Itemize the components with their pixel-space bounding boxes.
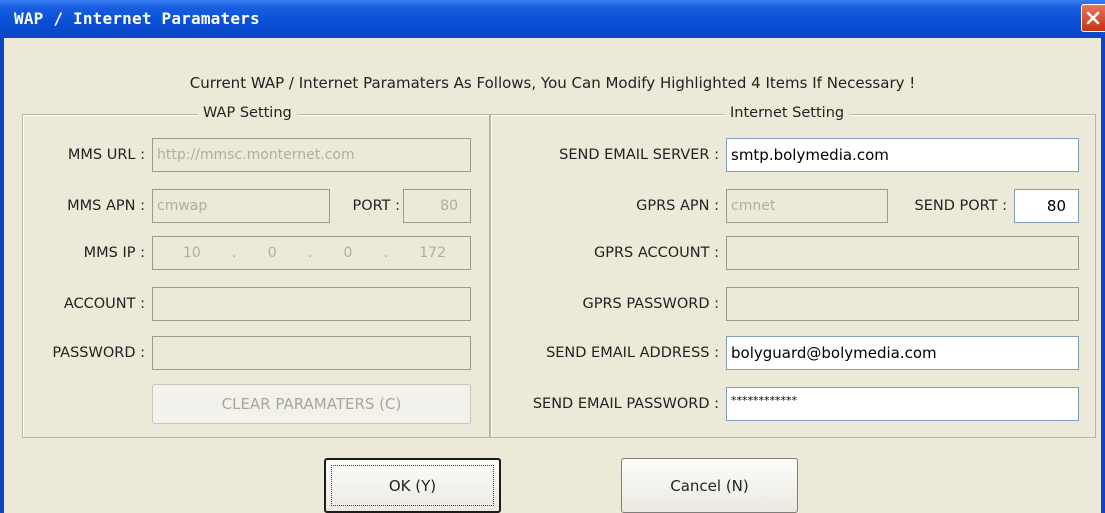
ip-octet-1: 10 [183, 245, 201, 261]
account-field [152, 287, 471, 321]
gprs-password-label: GPRS PASSWORD : [582, 296, 720, 312]
ip-dot: . [232, 245, 237, 261]
cancel-button[interactable]: Cancel (N) [621, 458, 798, 513]
window-frame-left [0, 38, 4, 513]
send-email-server-input[interactable]: smtp.bolymedia.com [726, 138, 1079, 172]
ip-dot: . [307, 245, 313, 261]
send-email-address-label: SEND EMAIL ADDRESS : [546, 345, 719, 361]
send-email-address-input[interactable]: bolyguard@bolymedia.com [726, 336, 1079, 370]
gprs-apn-label: GPRS APN : [636, 198, 719, 214]
send-email-password-label: SEND EMAIL PASSWORD : [532, 396, 719, 412]
ip-dot: . [383, 245, 389, 261]
window-frame-right [1101, 38, 1105, 513]
account-label: ACCOUNT : [63, 296, 145, 312]
internet-setting-legend: Internet Setting [725, 105, 850, 121]
ip-octet-3: 0 [343, 245, 353, 261]
send-email-password-input[interactable]: ************ [726, 387, 1079, 421]
ip-octet-2: 0 [267, 245, 277, 261]
port-label: PORT : [352, 198, 400, 214]
mms-ip-field: 10 . 0 . 0 . 172 [152, 236, 471, 270]
gprs-apn-field: cmnet [726, 189, 888, 223]
close-button[interactable] [1081, 4, 1105, 32]
gprs-account-field [726, 236, 1079, 270]
ok-button-label: OK (Y) [388, 476, 437, 495]
port-field: 80 [403, 189, 471, 223]
header-instructions: Current WAP / Internet Paramaters As Fol… [189, 74, 916, 92]
gprs-password-field [726, 287, 1079, 321]
mms-url-label: MMS URL : [67, 147, 145, 163]
password-field [152, 336, 471, 370]
clear-paramaters-label: CLEAR PARAMATERS (C) [221, 395, 402, 413]
send-port-input[interactable]: 80 [1014, 189, 1079, 223]
window-title: WAP / Internet Paramaters [14, 9, 260, 28]
ok-button[interactable]: OK (Y) [324, 458, 501, 513]
mms-apn-label: MMS APN : [67, 198, 145, 214]
send-email-server-label: SEND EMAIL SERVER : [559, 147, 719, 163]
mms-apn-field: cmwap [152, 189, 330, 223]
close-icon [1086, 11, 1100, 25]
password-label: PASSWORD : [52, 345, 145, 361]
wap-setting-legend: WAP Setting [198, 105, 297, 121]
mms-url-field: http://mmsc.monternet.com [152, 138, 471, 172]
cancel-button-label: Cancel (N) [670, 476, 749, 495]
title-bar[interactable]: WAP / Internet Paramaters [0, 0, 1105, 38]
mms-ip-label: MMS IP : [83, 245, 145, 261]
clear-paramaters-button[interactable]: CLEAR PARAMATERS (C) [152, 384, 471, 424]
ip-octet-4: 172 [419, 245, 446, 261]
gprs-account-label: GPRS ACCOUNT : [593, 245, 719, 261]
send-port-label: SEND PORT : [914, 198, 1007, 214]
